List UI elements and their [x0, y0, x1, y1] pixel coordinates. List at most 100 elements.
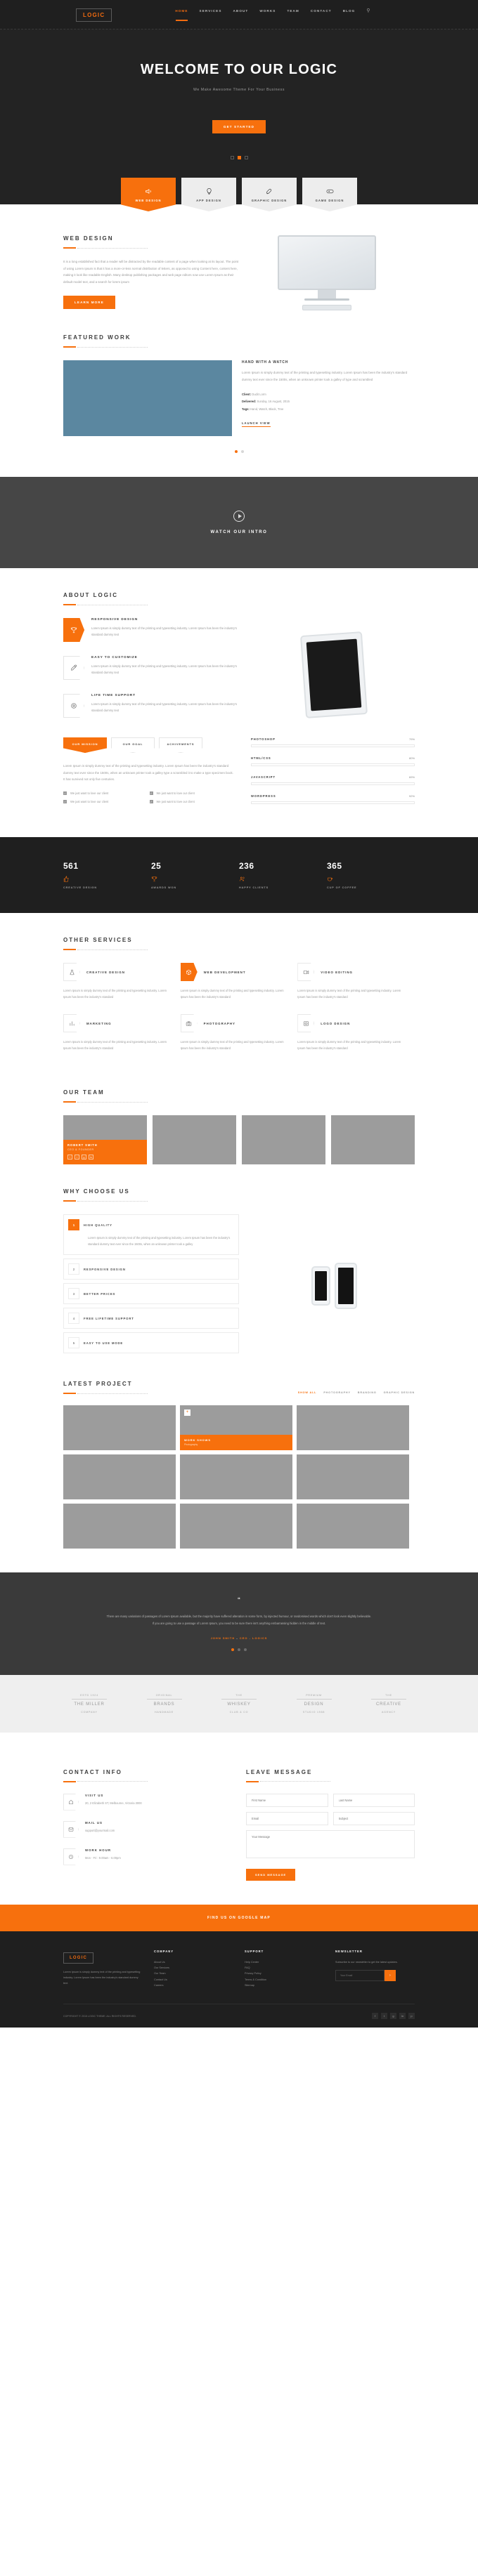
other-services-title: OTHER SERVICES — [63, 937, 133, 943]
testimonial-dot-2[interactable] — [238, 1648, 240, 1652]
get-started-button[interactable]: GET STARTED — [212, 120, 266, 133]
nav-item-team[interactable]: TEAM — [287, 9, 299, 21]
support-icon — [63, 694, 84, 718]
service-title: MARKETING — [86, 1021, 112, 1025]
team-member-card[interactable] — [331, 1115, 415, 1164]
subject-input[interactable] — [332, 1811, 415, 1825]
nav-item-home[interactable]: HOME — [175, 9, 188, 21]
send-message-button[interactable]: SEND MESSAGE — [246, 1868, 296, 1881]
facebook-icon[interactable]: f — [372, 2013, 378, 2020]
contact-mail-us: MAIL US support@yourmail.com — [63, 1820, 232, 1838]
search-icon[interactable]: ⚲ — [366, 8, 370, 22]
footer-link[interactable]: Careers — [154, 1983, 233, 1988]
tab-our-goal[interactable]: OUR GOAL — [111, 737, 155, 753]
counter-number: 25 — [151, 861, 162, 871]
project-cell[interactable] — [63, 1454, 176, 1499]
project-cell[interactable] — [180, 1454, 292, 1499]
newsletter-submit-button[interactable]: › — [385, 1970, 396, 1982]
filter-graphic-design[interactable]: GRAPHIC DESIGN — [384, 1391, 415, 1394]
nav-item-blog[interactable]: BLOG — [343, 9, 356, 21]
counter-creative-design: 561 CREATIVE DESIGN — [63, 861, 151, 889]
hero-dot-3[interactable] — [244, 156, 248, 159]
linkedin-icon[interactable]: in — [399, 2013, 406, 2020]
skill-percent: 69% — [408, 775, 415, 779]
hero-dot-1[interactable] — [230, 156, 234, 159]
email-input[interactable] — [246, 1811, 328, 1825]
tab-our-mission[interactable]: OUR MISSION — [63, 737, 107, 753]
facebook-icon[interactable]: f — [67, 1155, 72, 1159]
footer-link[interactable]: Our Team — [154, 1971, 233, 1976]
footer-link[interactable]: Privacy Policy — [245, 1971, 324, 1976]
twitter-icon[interactable]: t — [381, 2013, 387, 2020]
accordion-item-free-lifetime-support[interactable]: 4 FREE LIFETIME SUPPORT — [63, 1308, 239, 1329]
project-cell[interactable] — [63, 1504, 176, 1549]
nav-item-about[interactable]: ABOUT — [233, 9, 248, 21]
service-tabs: WEB DESIGN APP DESIGN GRAPHIC DESIGN GAM… — [0, 178, 478, 211]
tab-achivements[interactable]: ACHIVEMENTS — [159, 737, 202, 753]
team-member-card[interactable] — [153, 1115, 236, 1164]
footer-logo[interactable]: LOGIC — [63, 1952, 93, 1964]
service-tab-app-design[interactable]: APP DESIGN — [181, 178, 236, 211]
project-cell[interactable] — [297, 1405, 409, 1450]
footer-link[interactable]: About Us — [154, 1959, 233, 1965]
newsletter-email-input[interactable] — [335, 1970, 385, 1982]
play-icon[interactable] — [233, 511, 245, 522]
footer-link[interactable]: Sitemap — [245, 1983, 324, 1988]
footer-link[interactable]: Our Services — [154, 1965, 233, 1971]
featured-work-tags: Tags: Hand, Watch, Black, Tree — [242, 407, 284, 411]
project-cell[interactable] — [297, 1504, 409, 1549]
featured-dot-2[interactable] — [240, 450, 244, 453]
project-cell[interactable] — [63, 1405, 176, 1450]
accordion-item-better-prices[interactable]: 3 BETTER PRICES — [63, 1283, 239, 1304]
learn-more-button[interactable]: LEARN MORE — [63, 295, 115, 309]
skill-name: HTML/CSS — [251, 756, 271, 760]
featured-work-item-text: Lorem Ipsum is simply dummy text of the … — [242, 371, 408, 381]
google-plus-icon[interactable]: g — [390, 2013, 396, 2020]
service-tab-web-design[interactable]: WEB DESIGN — [121, 178, 176, 211]
launch-view-link[interactable]: LAUNCH VIEW — [242, 421, 271, 427]
filter-branding[interactable]: BRANDING — [358, 1391, 377, 1394]
footer-link[interactable]: Contact Us — [154, 1977, 233, 1983]
last-name-input[interactable] — [332, 1793, 415, 1807]
nav-item-services[interactable]: SERVICES — [200, 9, 222, 21]
footer-link[interactable]: Terms & Condition — [245, 1977, 324, 1983]
footer-link[interactable]: FAQ — [245, 1965, 324, 1971]
team-member-name: ROBERT SMITH — [67, 1143, 98, 1147]
linkedin-icon[interactable]: in — [89, 1155, 93, 1159]
service-tab-graphic-design[interactable]: GRAPHIC DESIGN — [242, 178, 297, 211]
featured-work-image — [63, 360, 232, 436]
featured-dot-1[interactable] — [234, 450, 238, 453]
monitor-stand — [318, 290, 336, 298]
service-tab-game-design[interactable]: GAME DESIGN — [302, 178, 357, 211]
counter-number: 561 — [63, 861, 79, 871]
team-member-card[interactable] — [242, 1115, 325, 1164]
nav-item-contact[interactable]: CONTACT — [311, 9, 332, 21]
site-logo[interactable]: LOGIC — [76, 8, 112, 22]
map-bar[interactable]: FIND US ON GOOGLE MAP — [0, 1904, 478, 1931]
contact-form: SEND MESSAGE — [246, 1793, 415, 1881]
plus-icon[interactable]: + — [184, 1409, 190, 1416]
accordion-item-easy-to-use-mode[interactable]: 5 EASY TO USE MODE — [63, 1332, 239, 1353]
twitter-icon[interactable]: t — [75, 1155, 79, 1159]
footer-link[interactable]: Help Center — [245, 1959, 324, 1965]
monitor-illustration — [278, 235, 376, 310]
testimonial-dot-1[interactable] — [231, 1648, 234, 1652]
project-cell[interactable] — [180, 1504, 292, 1549]
accordion-item-high-quality[interactable]: 1 HIGH QUALITY Lorem Ipsum is simply dum… — [63, 1214, 239, 1255]
google-plus-icon[interactable]: g — [82, 1155, 86, 1159]
message-textarea[interactable] — [246, 1829, 415, 1858]
testimonial-dot-3[interactable] — [244, 1648, 247, 1652]
nav-item-works[interactable]: WORKS — [259, 9, 276, 21]
pinterest-icon[interactable]: p — [408, 2013, 415, 2020]
title-underline — [63, 1393, 148, 1394]
hero-dot-2[interactable] — [237, 156, 241, 159]
accordion-item-responsive-design[interactable]: 2 RESPONSIVE DESIGN — [63, 1259, 239, 1280]
project-cell[interactable] — [297, 1454, 409, 1499]
team-member-card[interactable]: ROBERT SMITH CEO & FOUNDER f t g in — [63, 1115, 147, 1164]
project-cell-highlight[interactable]: + WORK SHOWS Photography — [180, 1405, 292, 1450]
filter-show-all[interactable]: SHOW ALL — [298, 1391, 317, 1394]
filter-photography[interactable]: PHOTOGRAPHY — [323, 1391, 350, 1394]
first-name-input[interactable] — [246, 1793, 328, 1807]
service-title: LOGO DESIGN — [321, 1021, 351, 1025]
gamepad-icon — [326, 188, 334, 195]
